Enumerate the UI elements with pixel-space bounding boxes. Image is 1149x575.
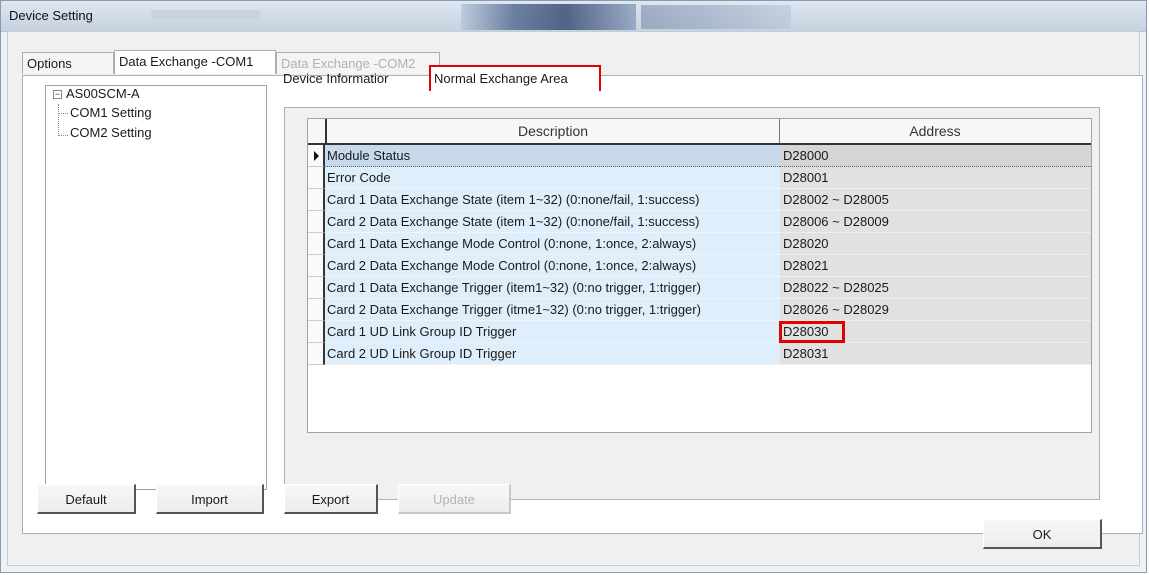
- description-cell[interactable]: Card 1 Data Exchange Trigger (item1~32) …: [325, 277, 780, 299]
- table-row[interactable]: Card 2 Data Exchange Trigger (itme1~32) …: [308, 299, 1091, 321]
- tree-connector: [58, 104, 59, 136]
- title-bar-blurred-area: [461, 4, 636, 30]
- row-selector[interactable]: [308, 299, 325, 321]
- row-selector[interactable]: [308, 211, 325, 233]
- table-row[interactable]: Card 1 Data Exchange Mode Control (0:non…: [308, 233, 1091, 255]
- description-cell[interactable]: Card 1 Data Exchange Mode Control (0:non…: [325, 233, 780, 255]
- tree-node-com2-setting[interactable]: COM2 Setting: [70, 125, 152, 140]
- table-row[interactable]: Module Status D28000: [308, 145, 1091, 167]
- row-selector[interactable]: [308, 233, 325, 255]
- address-cell[interactable]: D28022 ~ D28025: [780, 277, 1091, 299]
- address-cell[interactable]: D28020: [780, 233, 1091, 255]
- description-cell[interactable]: Card 1 Data Exchange State (item 1~32) (…: [325, 189, 780, 211]
- row-selector[interactable]: [308, 321, 325, 343]
- tree-root-node[interactable]: AS00SCM-A: [66, 86, 140, 101]
- description-cell[interactable]: Module Status: [325, 145, 780, 167]
- dialog-body: Options Data Exchange -COM1 Data Exchang…: [7, 31, 1143, 566]
- table-row[interactable]: Card 2 UD Link Group ID Trigger D28031: [308, 343, 1091, 365]
- grid-container: Description Address Module Status D28000…: [284, 107, 1100, 500]
- tree-connector: [58, 135, 68, 136]
- address-cell[interactable]: D28001: [780, 167, 1091, 189]
- address-cell[interactable]: D28000: [780, 145, 1091, 167]
- table-row[interactable]: Card 2 Data Exchange Mode Control (0:non…: [308, 255, 1091, 277]
- export-button[interactable]: Export: [284, 484, 378, 514]
- table-row[interactable]: Error Code D28001: [308, 167, 1091, 189]
- default-button[interactable]: Default: [37, 484, 136, 514]
- current-row-arrow-icon: [314, 151, 319, 161]
- tree-node-com1-setting[interactable]: COM1 Setting: [70, 105, 152, 120]
- row-header-corner[interactable]: [308, 119, 327, 143]
- title-bar[interactable]: Device Setting: [1, 1, 1146, 32]
- tab-data-exchange-com1[interactable]: Data Exchange -COM1: [114, 50, 276, 74]
- ok-button[interactable]: OK: [983, 519, 1102, 549]
- table-row[interactable]: Card 1 Data Exchange State (item 1~32) (…: [308, 189, 1091, 211]
- table-row[interactable]: Card 1 Data Exchange Trigger (item1~32) …: [308, 277, 1091, 299]
- column-header-address[interactable]: Address: [780, 119, 1090, 143]
- device-setting-window: Device Setting Options Data Exchange -CO…: [0, 0, 1147, 573]
- title-bar-blurred-area: [641, 5, 791, 29]
- description-cell[interactable]: Card 2 UD Link Group ID Trigger: [325, 343, 780, 365]
- table-row[interactable]: Card 2 Data Exchange State (item 1~32) (…: [308, 211, 1091, 233]
- row-selector[interactable]: [308, 343, 325, 365]
- window-title: Device Setting: [9, 8, 93, 23]
- tab-normal-exchange-area[interactable]: Normal Exchange Area: [429, 65, 601, 91]
- row-selector[interactable]: [308, 277, 325, 299]
- tab-options[interactable]: Options: [22, 52, 114, 74]
- address-cell[interactable]: D28026 ~ D28029: [780, 299, 1091, 321]
- address-cell[interactable]: D28006 ~ D28009: [780, 211, 1091, 233]
- row-selector[interactable]: [308, 167, 325, 189]
- column-header-description[interactable]: Description: [327, 119, 780, 143]
- row-selector[interactable]: [308, 189, 325, 211]
- collapse-icon[interactable]: −: [53, 90, 62, 99]
- description-cell[interactable]: Card 2 Data Exchange Trigger (itme1~32) …: [325, 299, 780, 321]
- import-button[interactable]: Import: [156, 484, 264, 514]
- exchange-area-grid[interactable]: Description Address Module Status D28000…: [307, 118, 1092, 433]
- description-cell[interactable]: Error Code: [325, 167, 780, 189]
- device-tree[interactable]: − AS00SCM-A COM1 Setting COM2 Setting: [45, 85, 267, 490]
- description-cell[interactable]: Card 1 UD Link Group ID Trigger: [325, 321, 780, 343]
- title-bar-blurred-area: [151, 10, 261, 19]
- description-cell[interactable]: Card 2 Data Exchange Mode Control (0:non…: [325, 255, 780, 277]
- address-cell[interactable]: D28021: [780, 255, 1091, 277]
- description-cell[interactable]: Card 2 Data Exchange State (item 1~32) (…: [325, 211, 780, 233]
- table-row[interactable]: Card 1 UD Link Group ID Trigger D28030: [308, 321, 1091, 343]
- row-selector[interactable]: [308, 255, 325, 277]
- update-button[interactable]: Update: [398, 484, 511, 514]
- tab-device-information[interactable]: Device Informatior: [280, 67, 430, 91]
- row-selector[interactable]: [308, 145, 325, 167]
- address-cell[interactable]: D28002 ~ D28005: [780, 189, 1091, 211]
- address-cell[interactable]: D28031: [780, 343, 1091, 365]
- grid-header: Description Address: [308, 119, 1091, 145]
- tree-connector: [58, 113, 68, 114]
- address-highlight-box: [779, 321, 845, 343]
